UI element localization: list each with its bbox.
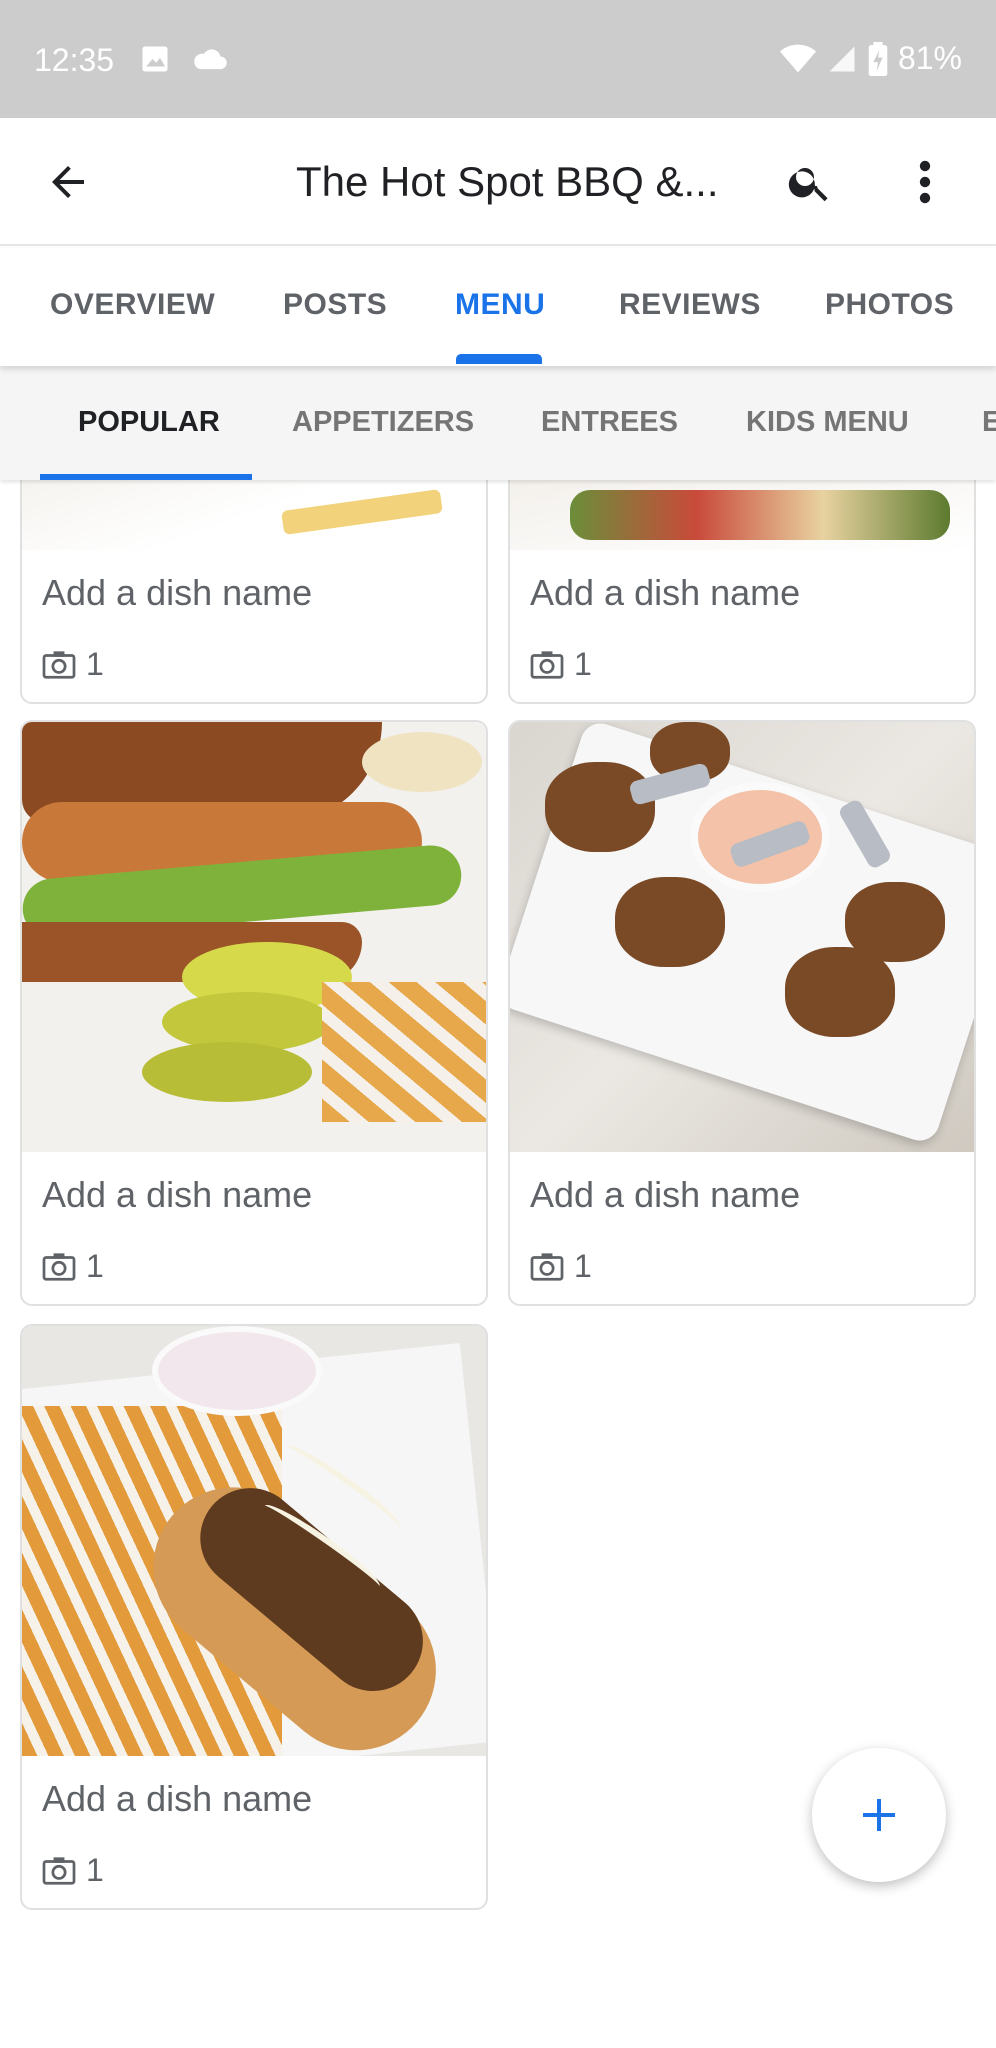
dish-name[interactable]: Add a dish name xyxy=(530,572,954,614)
camera-icon xyxy=(42,1856,76,1885)
tab-posts[interactable]: POSTS xyxy=(283,288,387,322)
main-tabs: OVERVIEW POSTS MENU REVIEWS PHOTOS xyxy=(0,248,996,366)
subtab-more[interactable]: E xyxy=(982,406,996,439)
dish-photo xyxy=(510,480,974,550)
more-vert-icon[interactable] xyxy=(910,158,940,206)
page-title: The Hot Spot BBQ &... xyxy=(296,158,719,205)
dish-name[interactable]: Add a dish name xyxy=(42,1778,466,1820)
image-notification-icon xyxy=(142,46,168,72)
wifi-icon xyxy=(779,44,816,72)
camera-icon xyxy=(42,1252,76,1281)
dish-photo xyxy=(510,722,974,1152)
add-dish-button[interactable] xyxy=(812,1748,946,1882)
camera-icon xyxy=(530,650,564,679)
active-tab-indicator xyxy=(456,354,542,364)
status-time: 12:35 xyxy=(34,42,115,78)
dish-photo xyxy=(22,1326,486,1756)
menu-category-tabs: POPULAR APPETIZERS ENTREES KIDS MENU E xyxy=(0,366,996,480)
dish-card[interactable]: Add a dish name 1 xyxy=(20,480,488,704)
signal-icon xyxy=(829,46,855,71)
subtab-kids-menu[interactable]: KIDS MENU xyxy=(746,406,909,439)
tab-overview[interactable]: OVERVIEW xyxy=(50,288,215,322)
battery-percent: 81% xyxy=(897,40,962,76)
dish-name[interactable]: Add a dish name xyxy=(42,572,466,614)
back-arrow-icon[interactable] xyxy=(44,158,92,206)
photo-count: 1 xyxy=(86,646,104,682)
photo-count: 1 xyxy=(574,1248,592,1284)
search-icon[interactable] xyxy=(786,158,834,206)
camera-icon xyxy=(42,650,76,679)
dish-card[interactable]: Add a dish name 1 xyxy=(20,1324,488,1910)
dish-name[interactable]: Add a dish name xyxy=(530,1174,954,1216)
dish-card[interactable]: Add a dish name 1 xyxy=(508,720,976,1306)
dish-photo xyxy=(22,480,486,550)
dish-name[interactable]: Add a dish name xyxy=(42,1174,466,1216)
subtab-appetizers[interactable]: APPETIZERS xyxy=(292,406,474,439)
photo-count: 1 xyxy=(574,646,592,682)
active-subtab-indicator xyxy=(40,474,252,480)
dish-card[interactable]: Add a dish name 1 xyxy=(508,480,976,704)
status-bar: 12:35 81% xyxy=(0,0,996,118)
tab-menu[interactable]: MENU xyxy=(455,288,545,322)
dish-photo xyxy=(22,722,486,1152)
tab-reviews[interactable]: REVIEWS xyxy=(619,288,761,322)
tab-photos[interactable]: PHOTOS xyxy=(825,288,954,322)
battery-icon xyxy=(868,41,888,76)
camera-icon xyxy=(530,1252,564,1281)
cloud-icon xyxy=(194,49,227,70)
photo-count: 1 xyxy=(86,1248,104,1284)
add-icon xyxy=(863,1799,895,1831)
subtab-popular[interactable]: POPULAR xyxy=(78,406,220,439)
subtab-entrees[interactable]: ENTREES xyxy=(541,406,678,439)
photo-count: 1 xyxy=(86,1852,104,1888)
app-bar: The Hot Spot BBQ &... xyxy=(0,118,996,246)
dish-card[interactable]: Add a dish name 1 xyxy=(20,720,488,1306)
